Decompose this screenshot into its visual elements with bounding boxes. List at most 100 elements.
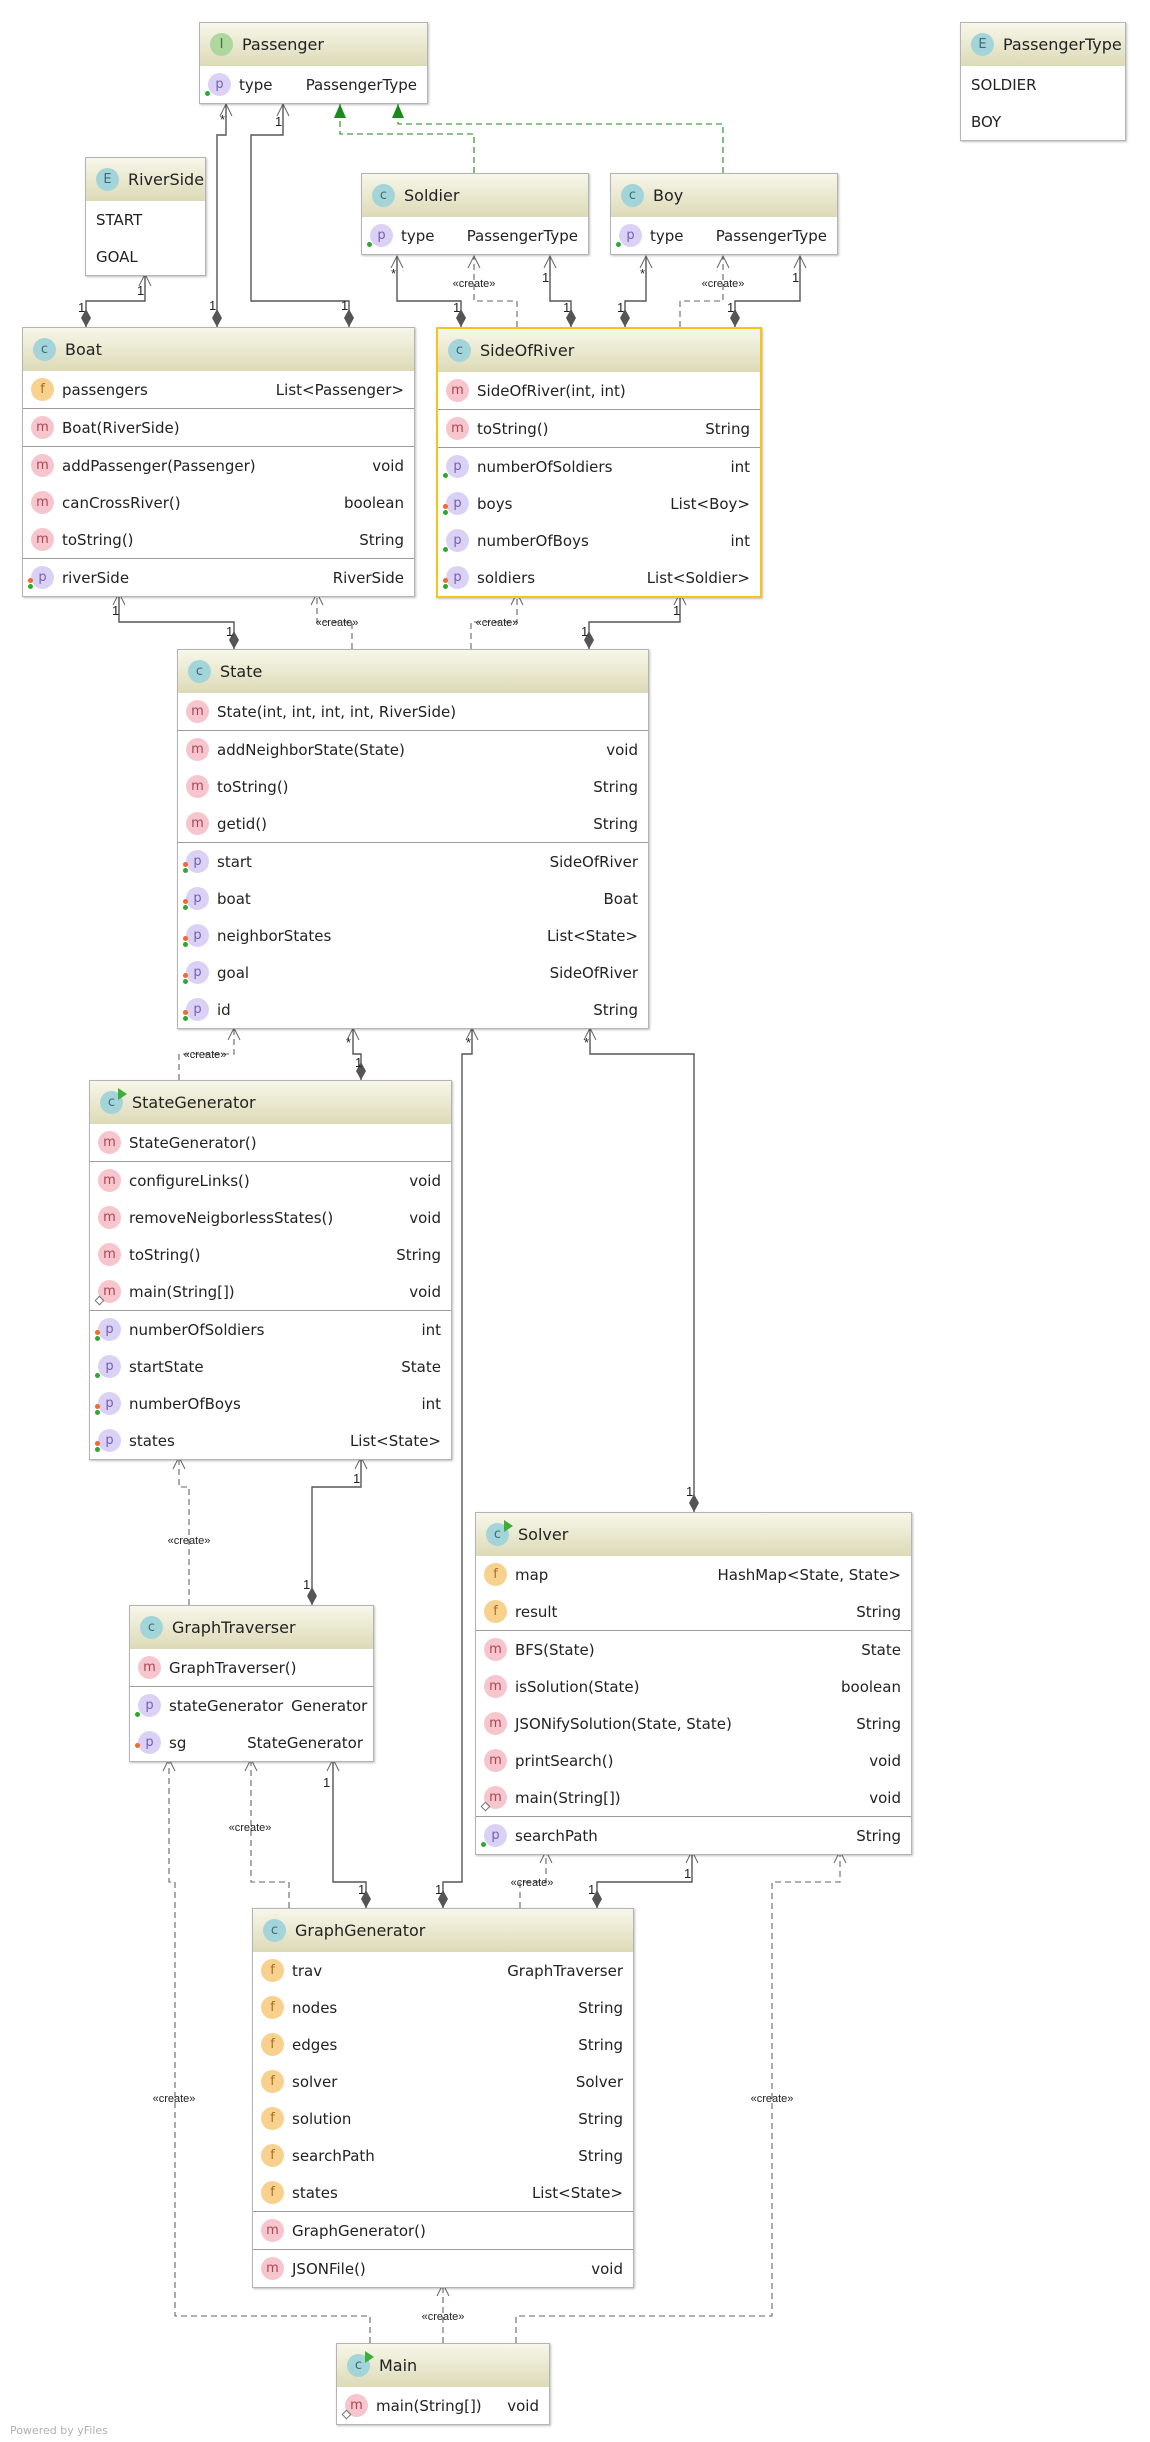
member-row[interactable]: m isSolution(State) boolean xyxy=(476,1668,911,1705)
member-name: passengers xyxy=(62,380,148,399)
class-header[interactable]: c Soldier xyxy=(362,174,588,217)
enum-constant[interactable]: START xyxy=(86,201,205,238)
member-row[interactable]: m StateGenerator() xyxy=(90,1124,451,1161)
member-row[interactable]: p sg StateGenerator xyxy=(130,1724,373,1761)
multiplicity-label: 1 xyxy=(358,1882,365,1897)
class-box-stategenerator[interactable]: c StateGenerator m StateGenerator() m configu… xyxy=(89,1080,452,1460)
member-row[interactable]: m GraphTraverser() xyxy=(130,1649,373,1686)
member-row[interactable]: f searchPath String xyxy=(253,2137,633,2174)
member-row[interactable]: p soldiers List<Soldier> xyxy=(438,559,760,596)
member-name: type xyxy=(401,226,435,245)
powered-by-label: Powered by yFiles xyxy=(10,2424,108,2437)
member-row[interactable]: m main(String[]) void xyxy=(90,1273,451,1310)
member-row[interactable]: m toString() String xyxy=(438,410,760,447)
member-row[interactable]: p type PassengerType xyxy=(362,217,588,254)
member-row[interactable]: m GraphGenerator() xyxy=(253,2212,633,2249)
member-row[interactable]: p numberOfBoys int xyxy=(438,522,760,559)
class-box-passengertype[interactable]: E PassengerType SOLDIER BOY xyxy=(960,22,1126,141)
member-row[interactable]: p numberOfSoldiers int xyxy=(90,1311,451,1348)
member-row[interactable]: p id String xyxy=(178,991,648,1028)
member-row[interactable]: m State(int, int, int, int, RiverSide) xyxy=(178,693,648,730)
member-row[interactable]: f solution String xyxy=(253,2100,633,2137)
class-header[interactable]: c Boy xyxy=(611,174,837,217)
class-box-state[interactable]: c State m State(int, int, int, int, RiverSi… xyxy=(177,649,649,1029)
class-box-riverside[interactable]: E RiverSide START GOAL xyxy=(85,157,206,276)
member-type: boolean xyxy=(841,1677,901,1696)
member-row[interactable]: p numberOfBoys int xyxy=(90,1385,451,1422)
class-box-graphgenerator[interactable]: c GraphGenerator f trav GraphTraverser f nodes… xyxy=(252,1908,634,2288)
member-row[interactable]: m addNeighborState(State) void xyxy=(178,731,648,768)
member-row[interactable]: m JSONifySolution(State, State) String xyxy=(476,1705,911,1742)
enum-constant[interactable]: SOLDIER xyxy=(961,66,1125,103)
member-row[interactable]: p startState State xyxy=(90,1348,451,1385)
class-box-sideofriver[interactable]: c SideOfRiver m SideOfRiver(int, int) m toStr… xyxy=(436,327,762,598)
class-box-boy[interactable]: c Boy p type PassengerType xyxy=(610,173,838,255)
class-header[interactable]: E PassengerType xyxy=(961,23,1125,66)
member-row[interactable]: p states List<State> xyxy=(90,1422,451,1459)
class-header[interactable]: c GraphGenerator xyxy=(253,1909,633,1952)
member-section: m GraphGenerator() xyxy=(253,2211,633,2249)
member-row[interactable]: m addPassenger(Passenger) void xyxy=(23,447,414,484)
member-row[interactable]: m canCrossRiver() boolean xyxy=(23,484,414,521)
member-row[interactable]: f nodes String xyxy=(253,1989,633,2026)
class-header[interactable]: c GraphTraverser xyxy=(130,1606,373,1649)
class-header[interactable]: c SideOfRiver xyxy=(438,329,760,372)
class-header[interactable]: I Passenger xyxy=(200,23,427,66)
enum-constant[interactable]: GOAL xyxy=(86,238,205,275)
member-row[interactable]: p searchPath String xyxy=(476,1817,911,1854)
member-row[interactable]: m toString() String xyxy=(90,1236,451,1273)
member-row[interactable]: f passengers List<Passenger> xyxy=(23,371,414,408)
class-box-soldier[interactable]: c Soldier p type PassengerType xyxy=(361,173,589,255)
class-icon: c xyxy=(263,1919,286,1942)
member-name: id xyxy=(217,1000,231,1019)
class-header[interactable]: c State xyxy=(178,650,648,693)
member-row[interactable]: m main(String[]) void xyxy=(476,1779,911,1816)
member-row[interactable]: m Boat(RiverSide) xyxy=(23,409,414,446)
member-row[interactable]: p stateGenerator Generator xyxy=(130,1687,373,1724)
method-icon: m xyxy=(186,775,209,798)
member-row[interactable]: p type PassengerType xyxy=(200,66,427,103)
member-name: boat xyxy=(217,889,251,908)
member-row[interactable]: f edges String xyxy=(253,2026,633,2063)
class-box-passenger[interactable]: I Passenger p type PassengerType xyxy=(199,22,428,104)
member-row[interactable]: m removeNeigborlessStates() void xyxy=(90,1199,451,1236)
member-row[interactable]: f map HashMap<State, State> xyxy=(476,1556,911,1593)
member-row[interactable]: m main(String[]) void xyxy=(337,2387,549,2424)
class-box-boat[interactable]: c Boat f passengers List<Passenger> m Boat(Riv… xyxy=(22,327,415,597)
member-row[interactable]: m toString() String xyxy=(178,768,648,805)
enum-constant[interactable]: BOY xyxy=(961,103,1125,140)
member-section: p numberOfSoldiers int p startState State p num… xyxy=(90,1310,451,1459)
class-header[interactable]: c StateGenerator xyxy=(90,1081,451,1124)
member-row[interactable]: p boys List<Boy> xyxy=(438,485,760,522)
member-row[interactable]: m toString() String xyxy=(23,521,414,558)
member-row[interactable]: p type PassengerType xyxy=(611,217,837,254)
class-header[interactable]: c Main xyxy=(337,2344,549,2387)
member-row[interactable]: p riverSide RiverSide xyxy=(23,559,414,596)
member-row[interactable]: m SideOfRiver(int, int) xyxy=(438,372,760,409)
member-row[interactable]: p boat Boat xyxy=(178,880,648,917)
member-row[interactable]: p goal SideOfRiver xyxy=(178,954,648,991)
class-name: PassengerType xyxy=(1003,35,1122,54)
member-row[interactable]: f solver Solver xyxy=(253,2063,633,2100)
member-row[interactable]: m BFS(State) State xyxy=(476,1631,911,1668)
member-row[interactable]: m JSONFile() void xyxy=(253,2250,633,2287)
member-row[interactable]: p numberOfSoldiers int xyxy=(438,448,760,485)
class-box-graphtraverser[interactable]: c GraphTraverser m GraphTraverser() p stateGe… xyxy=(129,1605,374,1762)
multiplicity-label: * xyxy=(640,266,645,281)
member-row[interactable]: m getid() String xyxy=(178,805,648,842)
readonly-marker-icon xyxy=(95,1330,100,1335)
class-header[interactable]: E RiverSide xyxy=(86,158,205,201)
member-row[interactable]: f trav GraphTraverser xyxy=(253,1952,633,1989)
member-row[interactable]: m printSearch() void xyxy=(476,1742,911,1779)
member-row[interactable]: f result String xyxy=(476,1593,911,1630)
class-box-solver[interactable]: c Solver f map HashMap<State, State> f result S… xyxy=(475,1512,912,1855)
class-header[interactable]: c Solver xyxy=(476,1513,911,1556)
member-type: int xyxy=(421,1320,441,1339)
class-box-main[interactable]: c Main m main(String[]) void xyxy=(336,2343,550,2425)
arrowhead-filled-icon xyxy=(334,104,346,118)
member-row[interactable]: f states List<State> xyxy=(253,2174,633,2211)
class-header[interactable]: c Boat xyxy=(23,328,414,371)
member-row[interactable]: p neighborStates List<State> xyxy=(178,917,648,954)
member-row[interactable]: m configureLinks() void xyxy=(90,1162,451,1199)
member-row[interactable]: p start SideOfRiver xyxy=(178,843,648,880)
